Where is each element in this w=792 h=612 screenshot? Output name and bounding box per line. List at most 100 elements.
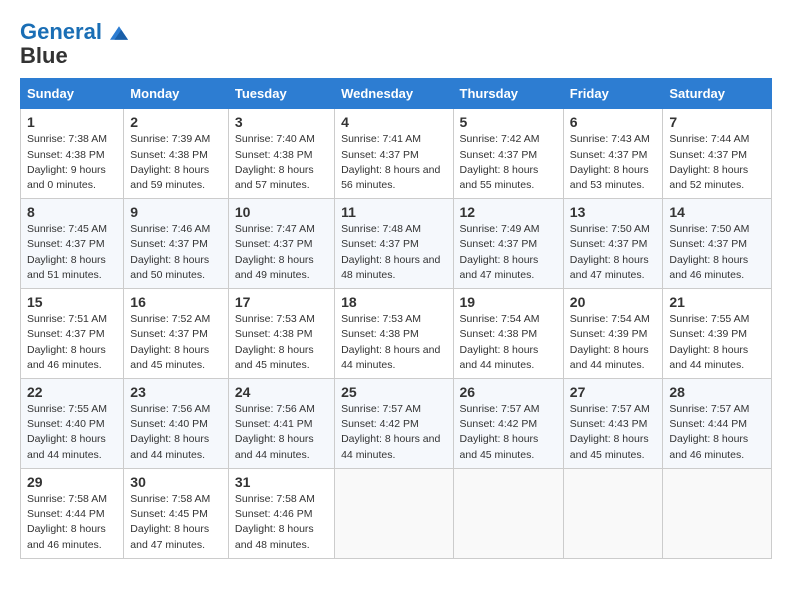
day-info: Sunrise: 7:56 AMSunset: 4:41 PMDaylight:… (235, 403, 315, 461)
calendar-cell: 3 Sunrise: 7:40 AMSunset: 4:38 PMDayligh… (228, 109, 334, 199)
day-number: 25 (341, 384, 446, 400)
calendar-cell: 27 Sunrise: 7:57 AMSunset: 4:43 PMDaylig… (563, 379, 663, 469)
day-number: 2 (130, 114, 222, 130)
day-number: 12 (460, 204, 557, 220)
day-info: Sunrise: 7:58 AMSunset: 4:46 PMDaylight:… (235, 493, 315, 551)
calendar-cell (663, 468, 772, 558)
calendar-cell: 10 Sunrise: 7:47 AMSunset: 4:37 PMDaylig… (228, 199, 334, 289)
calendar-cell: 13 Sunrise: 7:50 AMSunset: 4:37 PMDaylig… (563, 199, 663, 289)
day-number: 23 (130, 384, 222, 400)
weekday-header-wednesday: Wednesday (335, 79, 453, 109)
calendar-cell: 18 Sunrise: 7:53 AMSunset: 4:38 PMDaylig… (335, 289, 453, 379)
day-number: 6 (570, 114, 657, 130)
day-info: Sunrise: 7:43 AMSunset: 4:37 PMDaylight:… (570, 133, 650, 191)
calendar-cell: 26 Sunrise: 7:57 AMSunset: 4:42 PMDaylig… (453, 379, 563, 469)
day-number: 7 (669, 114, 765, 130)
day-number: 19 (460, 294, 557, 310)
calendar-cell: 16 Sunrise: 7:52 AMSunset: 4:37 PMDaylig… (124, 289, 229, 379)
calendar-week-5: 29 Sunrise: 7:58 AMSunset: 4:44 PMDaylig… (21, 468, 772, 558)
day-number: 26 (460, 384, 557, 400)
day-info: Sunrise: 7:48 AMSunset: 4:37 PMDaylight:… (341, 223, 440, 281)
day-number: 17 (235, 294, 328, 310)
day-number: 27 (570, 384, 657, 400)
day-number: 14 (669, 204, 765, 220)
day-info: Sunrise: 7:57 AMSunset: 4:42 PMDaylight:… (460, 403, 540, 461)
day-number: 22 (27, 384, 117, 400)
calendar-cell: 21 Sunrise: 7:55 AMSunset: 4:39 PMDaylig… (663, 289, 772, 379)
day-info: Sunrise: 7:42 AMSunset: 4:37 PMDaylight:… (460, 133, 540, 191)
weekday-header-saturday: Saturday (663, 79, 772, 109)
day-info: Sunrise: 7:57 AMSunset: 4:42 PMDaylight:… (341, 403, 440, 461)
calendar-cell: 1 Sunrise: 7:38 AMSunset: 4:38 PMDayligh… (21, 109, 124, 199)
day-number: 24 (235, 384, 328, 400)
calendar-cell: 28 Sunrise: 7:57 AMSunset: 4:44 PMDaylig… (663, 379, 772, 469)
calendar-week-4: 22 Sunrise: 7:55 AMSunset: 4:40 PMDaylig… (21, 379, 772, 469)
calendar-cell: 12 Sunrise: 7:49 AMSunset: 4:37 PMDaylig… (453, 199, 563, 289)
calendar-cell: 14 Sunrise: 7:50 AMSunset: 4:37 PMDaylig… (663, 199, 772, 289)
weekday-header-thursday: Thursday (453, 79, 563, 109)
day-info: Sunrise: 7:46 AMSunset: 4:37 PMDaylight:… (130, 223, 210, 281)
day-number: 10 (235, 204, 328, 220)
calendar-week-3: 15 Sunrise: 7:51 AMSunset: 4:37 PMDaylig… (21, 289, 772, 379)
calendar-cell: 19 Sunrise: 7:54 AMSunset: 4:38 PMDaylig… (453, 289, 563, 379)
day-number: 9 (130, 204, 222, 220)
weekday-header-monday: Monday (124, 79, 229, 109)
calendar-cell: 4 Sunrise: 7:41 AMSunset: 4:37 PMDayligh… (335, 109, 453, 199)
day-info: Sunrise: 7:57 AMSunset: 4:43 PMDaylight:… (570, 403, 650, 461)
day-number: 28 (669, 384, 765, 400)
day-info: Sunrise: 7:57 AMSunset: 4:44 PMDaylight:… (669, 403, 749, 461)
day-number: 1 (27, 114, 117, 130)
calendar-cell: 24 Sunrise: 7:56 AMSunset: 4:41 PMDaylig… (228, 379, 334, 469)
calendar-cell: 22 Sunrise: 7:55 AMSunset: 4:40 PMDaylig… (21, 379, 124, 469)
day-number: 4 (341, 114, 446, 130)
day-info: Sunrise: 7:58 AMSunset: 4:44 PMDaylight:… (27, 493, 107, 551)
day-info: Sunrise: 7:54 AMSunset: 4:38 PMDaylight:… (460, 313, 540, 371)
page-header: General Blue (20, 20, 772, 68)
day-number: 3 (235, 114, 328, 130)
day-number: 20 (570, 294, 657, 310)
day-number: 8 (27, 204, 117, 220)
day-info: Sunrise: 7:41 AMSunset: 4:37 PMDaylight:… (341, 133, 440, 191)
day-number: 31 (235, 474, 328, 490)
calendar-cell: 31 Sunrise: 7:58 AMSunset: 4:46 PMDaylig… (228, 468, 334, 558)
calendar-cell: 20 Sunrise: 7:54 AMSunset: 4:39 PMDaylig… (563, 289, 663, 379)
day-number: 21 (669, 294, 765, 310)
weekday-header-friday: Friday (563, 79, 663, 109)
calendar-cell: 15 Sunrise: 7:51 AMSunset: 4:37 PMDaylig… (21, 289, 124, 379)
logo-text: General (20, 20, 128, 44)
day-info: Sunrise: 7:54 AMSunset: 4:39 PMDaylight:… (570, 313, 650, 371)
day-info: Sunrise: 7:50 AMSunset: 4:37 PMDaylight:… (570, 223, 650, 281)
weekday-header-tuesday: Tuesday (228, 79, 334, 109)
day-info: Sunrise: 7:39 AMSunset: 4:38 PMDaylight:… (130, 133, 210, 191)
calendar-table: SundayMondayTuesdayWednesdayThursdayFrid… (20, 78, 772, 558)
calendar-cell: 2 Sunrise: 7:39 AMSunset: 4:38 PMDayligh… (124, 109, 229, 199)
day-info: Sunrise: 7:55 AMSunset: 4:40 PMDaylight:… (27, 403, 107, 461)
calendar-cell (453, 468, 563, 558)
logo-blue: Blue (20, 44, 68, 68)
day-info: Sunrise: 7:47 AMSunset: 4:37 PMDaylight:… (235, 223, 315, 281)
day-info: Sunrise: 7:56 AMSunset: 4:40 PMDaylight:… (130, 403, 210, 461)
calendar-cell: 17 Sunrise: 7:53 AMSunset: 4:38 PMDaylig… (228, 289, 334, 379)
day-number: 15 (27, 294, 117, 310)
day-number: 29 (27, 474, 117, 490)
calendar-cell: 25 Sunrise: 7:57 AMSunset: 4:42 PMDaylig… (335, 379, 453, 469)
day-number: 11 (341, 204, 446, 220)
day-info: Sunrise: 7:44 AMSunset: 4:37 PMDaylight:… (669, 133, 749, 191)
day-info: Sunrise: 7:40 AMSunset: 4:38 PMDaylight:… (235, 133, 315, 191)
calendar-cell: 6 Sunrise: 7:43 AMSunset: 4:37 PMDayligh… (563, 109, 663, 199)
day-number: 16 (130, 294, 222, 310)
day-info: Sunrise: 7:52 AMSunset: 4:37 PMDaylight:… (130, 313, 210, 371)
day-info: Sunrise: 7:53 AMSunset: 4:38 PMDaylight:… (235, 313, 315, 371)
day-number: 5 (460, 114, 557, 130)
logo: General Blue (20, 20, 128, 68)
day-info: Sunrise: 7:53 AMSunset: 4:38 PMDaylight:… (341, 313, 440, 371)
day-info: Sunrise: 7:58 AMSunset: 4:45 PMDaylight:… (130, 493, 210, 551)
day-info: Sunrise: 7:45 AMSunset: 4:37 PMDaylight:… (27, 223, 107, 281)
day-info: Sunrise: 7:50 AMSunset: 4:37 PMDaylight:… (669, 223, 749, 281)
calendar-cell (335, 468, 453, 558)
calendar-cell: 7 Sunrise: 7:44 AMSunset: 4:37 PMDayligh… (663, 109, 772, 199)
calendar-cell: 30 Sunrise: 7:58 AMSunset: 4:45 PMDaylig… (124, 468, 229, 558)
calendar-week-1: 1 Sunrise: 7:38 AMSunset: 4:38 PMDayligh… (21, 109, 772, 199)
calendar-cell (563, 468, 663, 558)
calendar-cell: 23 Sunrise: 7:56 AMSunset: 4:40 PMDaylig… (124, 379, 229, 469)
